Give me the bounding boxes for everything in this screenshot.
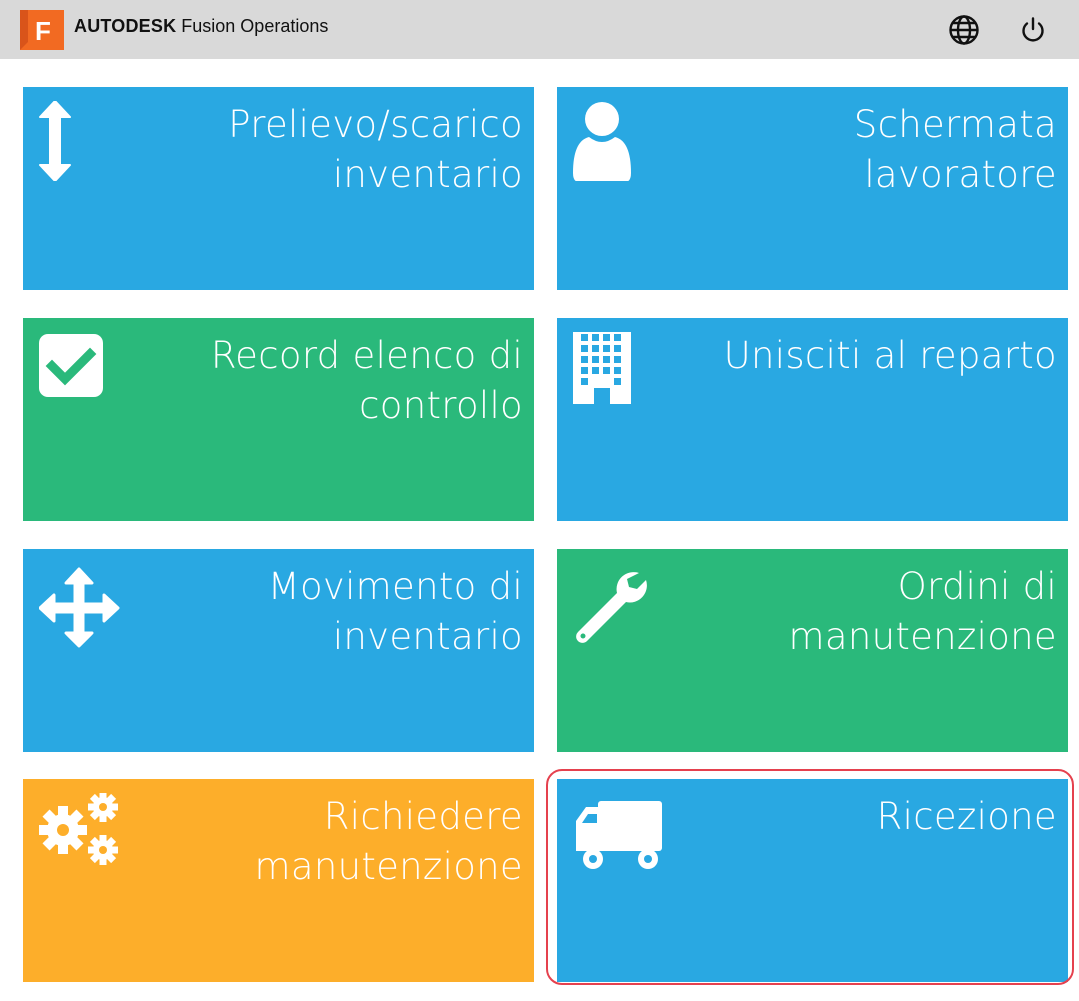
- building-icon: [573, 326, 653, 412]
- tile-label: Ordini di manutenzione: [788, 565, 1057, 658]
- tile-unisciti-al-reparto[interactable]: Unisciti al reparto: [557, 318, 1068, 521]
- brand-autodesk: AUTODESK: [74, 16, 177, 36]
- vertical-arrows-icon: [39, 100, 119, 182]
- wrench-icon: [573, 563, 653, 643]
- tile-label: Schermata lavoratore: [853, 103, 1057, 196]
- tile-ricezione[interactable]: Ricezione: [557, 779, 1068, 982]
- tile-label: Prelievo/scarico inventario: [228, 103, 523, 196]
- tile-richiedere-manutenzione[interactable]: Richiedere manutenzione: [23, 779, 534, 982]
- brand-name: AUTODESK Fusion Operations: [74, 16, 328, 37]
- tile-label: Richiedere manutenzione: [254, 795, 523, 888]
- truck-icon: [573, 793, 662, 873]
- tile-record-elenco-di-controllo[interactable]: Record elenco di controllo: [23, 318, 534, 521]
- tile-label: Movimento di inventario: [267, 565, 523, 658]
- tile-label: Record elenco di controllo: [210, 334, 523, 427]
- power-icon[interactable]: [1016, 13, 1050, 47]
- move-arrows-icon: [38, 563, 120, 648]
- globe-icon[interactable]: [947, 13, 981, 47]
- user-icon: [573, 101, 653, 182]
- gears-icon: [39, 792, 119, 873]
- svg-text:F: F: [35, 16, 51, 46]
- tile-prelievo-scarico-inventario[interactable]: Prelievo/scarico inventario: [23, 87, 534, 290]
- tile-ordini-di-manutenzione[interactable]: Ordini di manutenzione: [557, 549, 1068, 752]
- fusion-logo-icon: F: [20, 10, 64, 50]
- tile-label: Ricezione: [876, 795, 1057, 838]
- top-bar: F AUTODESK Fusion Operations: [0, 0, 1079, 59]
- tile-label: Unisciti al reparto: [723, 334, 1057, 377]
- brand-product: Fusion Operations: [181, 16, 329, 36]
- tile-schermata-lavoratore[interactable]: Schermata lavoratore: [557, 87, 1068, 290]
- tile-movimento-di-inventario[interactable]: Movimento di inventario: [23, 549, 534, 752]
- checkbox-icon: [39, 332, 119, 412]
